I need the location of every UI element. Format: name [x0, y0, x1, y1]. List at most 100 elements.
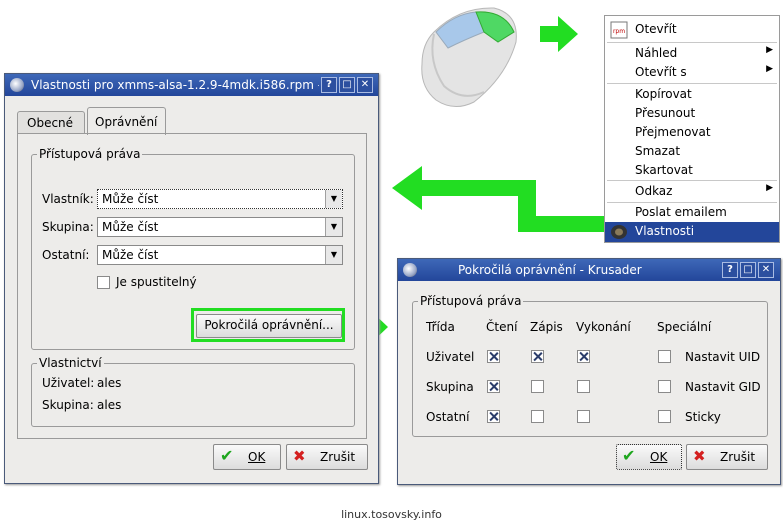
owner-select[interactable]: Může číst ▼	[97, 189, 343, 209]
ok-button[interactable]: ✔ OK	[213, 444, 281, 470]
close-button[interactable]: ✕	[758, 262, 774, 278]
column-header-class: Třída	[426, 320, 455, 334]
group2-label: Skupina:	[42, 398, 94, 412]
others-exec-checkbox[interactable]	[577, 410, 590, 423]
menu-item-properties[interactable]: Vlastnosti	[605, 222, 779, 242]
menu-separator	[607, 42, 777, 43]
user-exec-checkbox[interactable]	[577, 350, 590, 363]
button-label: Pokročilá oprávnění...	[204, 318, 334, 332]
advanced-permissions-button[interactable]: Pokročilá oprávnění...	[196, 314, 342, 338]
tab-label: Obecné	[27, 116, 74, 130]
tab-permissions[interactable]: Oprávnění	[87, 107, 166, 135]
menu-separator	[607, 83, 777, 84]
others-select[interactable]: Může číst ▼	[97, 245, 343, 265]
chevron-down-icon: ▼	[325, 190, 342, 208]
cancel-x-icon: ✖	[693, 447, 706, 465]
sticky-checkbox[interactable]	[658, 410, 671, 423]
menu-item-label: Otevřít s	[635, 65, 687, 79]
close-button[interactable]: ✕	[357, 77, 373, 93]
group-write-checkbox[interactable]	[531, 380, 544, 393]
owner-label: Vlastník:	[42, 192, 94, 206]
menu-item-move[interactable]: Přesunout	[605, 104, 779, 123]
menu-item-send-email[interactable]: Poslat emailem	[605, 203, 779, 222]
group-title: Vlastnictví	[37, 356, 104, 370]
help-button[interactable]: ?	[321, 77, 337, 93]
krusader-icon	[403, 263, 417, 277]
footer-url: linux.tosovsky.info	[341, 508, 442, 521]
column-header-read: Čtení	[486, 320, 518, 334]
menu-item-label: Kopírovat	[635, 87, 692, 101]
menu-item-label: Otevřít	[635, 22, 677, 36]
menu-item-shred[interactable]: Skartovat	[605, 161, 779, 180]
checkmark-icon: ✔	[220, 446, 234, 465]
others-label: Ostatní:	[42, 248, 90, 262]
menu-item-open-with[interactable]: Otevřít s ▶	[605, 63, 779, 82]
maximize-button[interactable]: □	[740, 262, 756, 278]
menu-item-delete[interactable]: Smazat	[605, 142, 779, 161]
sticky-label: Sticky	[685, 410, 721, 424]
group-title: Přístupová práva	[418, 294, 524, 308]
arrow-bent-icon	[392, 166, 604, 232]
menu-item-open[interactable]: rpm Otevřít	[605, 20, 779, 39]
executable-label: Je spustitelný	[116, 275, 197, 289]
arrow-right-icon	[540, 16, 578, 52]
menu-item-copy[interactable]: Kopírovat	[605, 85, 779, 104]
button-label: Zrušit	[720, 450, 756, 464]
others-write-checkbox[interactable]	[531, 410, 544, 423]
cancel-x-icon: ✖	[293, 447, 306, 465]
ok-button[interactable]: ✔ OK	[616, 444, 682, 470]
row-label-others: Ostatní	[426, 410, 470, 424]
group-exec-checkbox[interactable]	[577, 380, 590, 393]
ownership-group	[31, 363, 355, 427]
menu-item-rename[interactable]: Přejmenovat	[605, 123, 779, 142]
menu-item-label: Smazat	[635, 144, 681, 158]
set-uid-checkbox[interactable]	[658, 350, 671, 363]
window-title: Pokročilá oprávnění - Krusader	[458, 263, 642, 277]
menu-item-link[interactable]: Odkaz ▶	[605, 182, 779, 201]
group-value: Může číst	[102, 220, 159, 234]
cancel-button[interactable]: ✖ Zrušit	[286, 444, 368, 470]
titlebar[interactable]: Vlastnosti pro xmms-alsa-1.2.9-4mdk.i586…	[5, 74, 378, 96]
properties-dialog: Vlastnosti pro xmms-alsa-1.2.9-4mdk.i586…	[4, 73, 379, 484]
executable-checkbox[interactable]	[97, 276, 110, 289]
set-uid-label: Nastavit UID	[685, 350, 761, 364]
owner-value: Může číst	[102, 192, 159, 206]
window-title: Vlastnosti pro xmms-alsa-1.2.9-4mdk.i586…	[31, 78, 319, 92]
menu-item-label: Skartovat	[635, 163, 693, 177]
chevron-down-icon: ▼	[325, 246, 342, 264]
set-gid-checkbox[interactable]	[658, 380, 671, 393]
menu-item-label: Přesunout	[635, 106, 696, 120]
titlebar[interactable]: Pokročilá oprávnění - Krusader ? □ ✕	[398, 259, 780, 281]
properties-icon	[611, 225, 627, 239]
menu-item-label: Náhled	[635, 46, 678, 60]
group-read-checkbox[interactable]	[487, 380, 500, 393]
button-label: Zrušit	[320, 450, 356, 464]
menu-item-preview[interactable]: Náhled ▶	[605, 44, 779, 63]
row-label-group: Skupina	[426, 380, 474, 394]
group2-value: ales	[97, 398, 122, 412]
submenu-arrow-icon: ▶	[766, 183, 773, 193]
user-read-checkbox[interactable]	[487, 350, 500, 363]
column-header-special: Speciální	[657, 320, 712, 334]
column-header-exec: Vykonání	[576, 320, 631, 334]
menu-item-label: Odkaz	[635, 184, 673, 198]
column-header-write: Zápis	[530, 320, 563, 334]
user-write-checkbox[interactable]	[531, 350, 544, 363]
svg-text:rpm: rpm	[613, 28, 625, 35]
help-button[interactable]: ?	[722, 262, 738, 278]
mouse-illustration	[421, 7, 517, 107]
chevron-down-icon: ▼	[325, 218, 342, 236]
row-label-user: Uživatel	[426, 350, 475, 364]
menu-item-label: Vlastnosti	[635, 224, 695, 238]
submenu-arrow-icon: ▶	[766, 64, 773, 74]
krusader-icon	[10, 78, 24, 92]
others-read-checkbox[interactable]	[487, 410, 500, 423]
advanced-permissions-dialog: Pokročilá oprávnění - Krusader ? □ ✕ Pří…	[397, 258, 781, 485]
cancel-button[interactable]: ✖ Zrušit	[686, 444, 768, 470]
checkmark-icon: ✔	[622, 446, 636, 465]
group-select[interactable]: Může číst ▼	[97, 217, 343, 237]
maximize-button[interactable]: □	[339, 77, 355, 93]
menu-item-label: Poslat emailem	[635, 205, 727, 219]
tab-general[interactable]: Obecné	[17, 111, 85, 134]
user-value: ales	[97, 376, 122, 390]
